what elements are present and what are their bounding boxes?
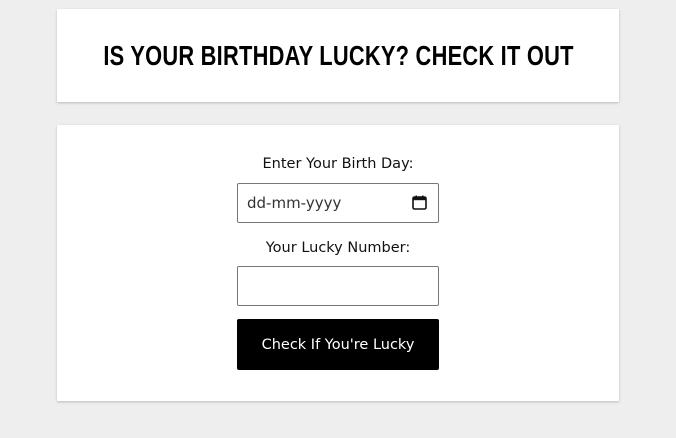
page-title: Is Your Birthday Lucky? Check It Out [102, 39, 574, 71]
birthday-date-input[interactable]: dd-mm-yyyy [237, 183, 439, 223]
check-lucky-button[interactable]: Check If You're Lucky [237, 319, 439, 370]
header-card: Is Your Birthday Lucky? Check It Out [57, 9, 619, 102]
lucky-number-input[interactable] [237, 266, 439, 306]
birthday-date-placeholder: dd-mm-yyyy [247, 194, 342, 212]
calendar-icon[interactable] [412, 195, 427, 210]
lucky-number-label: Your Lucky Number: [265, 240, 411, 256]
lucky-check-form: Enter Your Birth Day: dd-mm-yyyy Your Lu… [57, 125, 619, 401]
birthday-label: Enter Your Birth Day: [262, 156, 414, 172]
